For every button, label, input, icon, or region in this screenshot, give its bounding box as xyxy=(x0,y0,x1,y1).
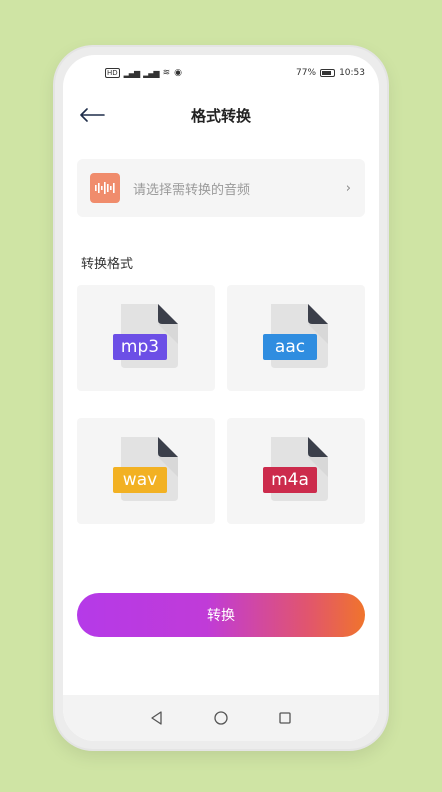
status-left: HD ▂▄▆ ▂▄▆ ≋ ◉ xyxy=(105,68,182,78)
page-title: 格式转换 xyxy=(190,107,251,125)
format-card-2[interactable]: wav xyxy=(77,418,215,524)
nav-back-icon[interactable] xyxy=(149,710,165,726)
format-section-label: 转换格式 xyxy=(81,257,134,272)
signal-icon-2: ▂▄▆ xyxy=(143,68,160,78)
signal-icon: ▂▄▆ xyxy=(123,68,141,78)
nav-recent-icon[interactable] xyxy=(277,710,293,726)
format-card-1[interactable]: aac xyxy=(227,285,365,391)
clock: 10:53 xyxy=(339,68,365,78)
format-label: mp3 xyxy=(113,334,167,360)
battery-percent: 77% xyxy=(296,68,317,78)
nav-home-icon[interactable] xyxy=(213,710,229,726)
status-right: 77% 10:53 xyxy=(296,68,365,78)
chevron-right-icon: › xyxy=(345,180,351,196)
format-label: m4a xyxy=(263,467,317,493)
format-label: wav xyxy=(113,467,167,493)
sync-icon: ◉ xyxy=(174,68,182,78)
convert-button[interactable]: 转换 xyxy=(77,593,365,637)
format-label: aac xyxy=(263,334,317,360)
format-card-0[interactable]: mp3 xyxy=(77,285,215,391)
app-header: 格式转换 xyxy=(63,99,379,133)
battery-icon xyxy=(320,69,336,77)
app-screen: HD ▂▄▆ ▂▄▆ ≋ ◉ 77% 10:53 格式转换 请选择需转换的音频 … xyxy=(63,55,379,741)
select-audio-placeholder: 请选择需转换的音频 xyxy=(133,182,251,198)
audio-wave-icon xyxy=(90,173,120,203)
phone-frame: HD ▂▄▆ ▂▄▆ ≋ ◉ 77% 10:53 格式转换 请选择需转换的音频 … xyxy=(55,47,387,749)
system-nav-bar xyxy=(63,695,379,741)
wifi-icon: ≋ xyxy=(162,68,171,78)
hd-icon: HD xyxy=(105,68,120,78)
select-audio-card[interactable]: 请选择需转换的音频 › xyxy=(77,159,365,217)
status-bar: HD ▂▄▆ ▂▄▆ ≋ ◉ 77% 10:53 xyxy=(63,55,379,89)
format-card-3[interactable]: m4a xyxy=(227,418,365,524)
